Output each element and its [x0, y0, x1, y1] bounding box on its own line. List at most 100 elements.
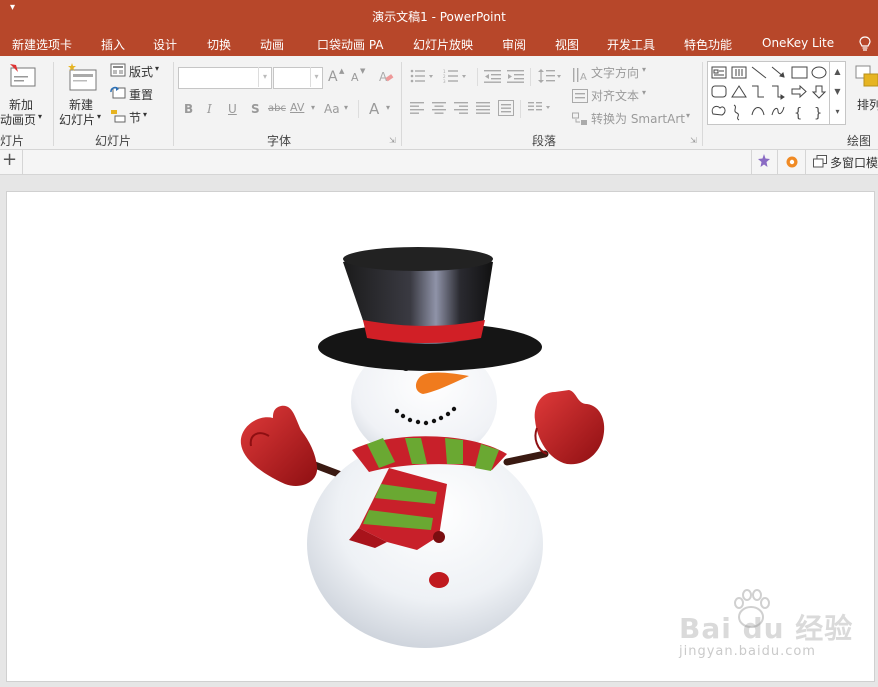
- shapes-gallery-scroll[interactable]: ▲ ▼ ▾: [829, 61, 846, 125]
- svg-text:A: A: [580, 72, 587, 83]
- font-size-dropdown-icon[interactable]: ▾: [310, 67, 322, 87]
- window-title: 演示文稿1 - PowerPoint: [372, 10, 506, 24]
- distributed-icon[interactable]: [498, 100, 514, 116]
- watermark-url: jingyan.baidu.com: [679, 644, 816, 659]
- new-slide-label-2: 幻灯片: [59, 113, 96, 127]
- convert-smartart-label[interactable]: 转换为 SmartArt: [591, 110, 685, 127]
- grow-font-button[interactable]: A: [328, 69, 338, 85]
- text-direction-icon[interactable]: A: [572, 67, 588, 83]
- svg-text:}: }: [814, 106, 822, 121]
- tab-animations[interactable]: 动画: [260, 36, 284, 53]
- tab-pocket-animation[interactable]: 口袋动画 PA: [317, 36, 384, 53]
- columns-icon[interactable]: [528, 102, 554, 114]
- chevron-down-icon: ▾: [311, 103, 316, 112]
- caret-down-icon: ▼: [360, 67, 366, 75]
- add-button[interactable]: +: [2, 149, 17, 170]
- multi-window-icon[interactable]: [813, 155, 827, 168]
- svg-text:A: A: [379, 70, 388, 84]
- underline-button[interactable]: U: [228, 102, 237, 116]
- chevron-down-icon: ▾: [155, 64, 160, 73]
- align-center-icon[interactable]: [432, 102, 446, 114]
- new-slide-icon: [68, 63, 97, 91]
- reset-label: 重置: [129, 88, 154, 102]
- change-case-button[interactable]: Aa: [324, 102, 340, 116]
- bullets-icon[interactable]: [410, 69, 436, 83]
- convert-smartart-icon[interactable]: [572, 111, 588, 127]
- numbering-icon[interactable]: 1 2 3: [443, 69, 469, 83]
- arrange-label[interactable]: 排列: [857, 96, 878, 113]
- tab-special-features[interactable]: 特色功能: [684, 36, 732, 53]
- line-spacing-icon[interactable]: [538, 68, 564, 84]
- chevron-down-icon: ▾: [642, 65, 647, 74]
- new-animation-page-icon: [10, 64, 36, 87]
- justify-icon[interactable]: [476, 102, 490, 114]
- separator: [358, 100, 359, 118]
- font-name-dropdown-icon[interactable]: ▾: [258, 67, 271, 87]
- align-text-label[interactable]: 对齐文本: [591, 87, 639, 104]
- character-spacing-button[interactable]: AV: [290, 101, 304, 114]
- shapes-gallery[interactable]: { }: [707, 61, 830, 125]
- group-label-slides: 幻灯片: [95, 134, 132, 148]
- tab-onekey-lite[interactable]: OneKey Lite: [762, 36, 834, 50]
- separator: [53, 62, 54, 146]
- tab-design[interactable]: 设计: [153, 36, 177, 53]
- layout-label: 版式: [129, 65, 154, 79]
- section-label: 节: [129, 111, 142, 125]
- group-label-font: 字体: [267, 134, 292, 148]
- tab-new-tab[interactable]: 新建选项卡: [12, 36, 72, 53]
- separator: [22, 150, 23, 174]
- chevron-down-icon: ▾: [686, 111, 691, 120]
- chevron-down-icon: ▾: [386, 103, 391, 112]
- ribbon-tabs: 新建选项卡 插入 设计 切换 动画 口袋动画 PA 幻灯片放映 审阅 视图 开发…: [0, 32, 878, 56]
- separator: [401, 62, 402, 146]
- text-direction-label[interactable]: 文字方向: [591, 64, 639, 81]
- text-shadow-button[interactable]: S: [251, 102, 260, 116]
- ribbon: 新加 动画页 ▾ 新建 幻灯片 ▾ 版式 ▾ 重置 节 ▾ 灯片 幻灯片 ▾ ▾…: [0, 56, 878, 150]
- increase-indent-icon[interactable]: [507, 69, 525, 83]
- watermark-brand: Bai du 经验: [679, 612, 854, 645]
- top-hat: [318, 247, 542, 371]
- layout-icon: [110, 63, 126, 77]
- scroll-down-icon[interactable]: ▼: [830, 82, 845, 102]
- italic-button[interactable]: I: [207, 102, 212, 116]
- tab-developer[interactable]: 开发工具: [607, 36, 655, 53]
- bold-button[interactable]: B: [184, 102, 193, 116]
- separator: [805, 150, 806, 174]
- strikethrough-button[interactable]: abc: [268, 103, 286, 114]
- left-mitten: [240, 405, 318, 486]
- tab-view[interactable]: 视图: [555, 36, 579, 53]
- tab-insert[interactable]: 插入: [101, 36, 125, 53]
- decrease-indent-icon[interactable]: [484, 69, 502, 83]
- chevron-down-icon: ▾: [38, 112, 43, 121]
- font-dialog-launcher-icon[interactable]: ⇲: [389, 136, 396, 145]
- button-upper: [433, 531, 445, 543]
- align-text-icon[interactable]: [572, 89, 588, 103]
- chevron-down-icon: ▾: [97, 112, 102, 121]
- paragraph-dialog-launcher-icon[interactable]: ⇲: [690, 136, 697, 145]
- shapes-gallery-icons: { }: [711, 66, 827, 121]
- caret-up-icon: ▲: [339, 67, 345, 75]
- lightbulb-icon[interactable]: [858, 35, 872, 53]
- tab-slideshow[interactable]: 幻灯片放映: [413, 36, 473, 53]
- svg-text:3: 3: [443, 79, 446, 83]
- svg-text:{: {: [794, 106, 802, 121]
- scroll-up-icon[interactable]: ▲: [830, 62, 845, 82]
- gallery-more-icon[interactable]: ▾: [830, 102, 845, 122]
- tab-transitions[interactable]: 切换: [207, 36, 231, 53]
- group-label-slides-left: 灯片: [0, 134, 25, 148]
- align-left-icon[interactable]: [410, 102, 424, 114]
- tab-review[interactable]: 审阅: [502, 36, 526, 53]
- align-right-icon[interactable]: [454, 102, 468, 114]
- slide-canvas[interactable]: Bai du 经验 jingyan.baidu.com: [6, 191, 875, 682]
- separator: [751, 150, 752, 174]
- multi-window-label[interactable]: 多窗口模: [830, 154, 878, 171]
- group-label-drawing: 绘图: [847, 134, 872, 148]
- font-color-button[interactable]: A: [369, 100, 379, 118]
- separator: [530, 68, 531, 86]
- gear-icon[interactable]: [784, 154, 800, 170]
- shrink-font-button[interactable]: A: [351, 71, 359, 84]
- command-strip: + 多窗口模: [0, 149, 878, 175]
- clear-formatting-icon[interactable]: A: [378, 69, 394, 85]
- arrange-icon[interactable]: [853, 62, 878, 90]
- magic-wand-icon[interactable]: [756, 153, 772, 169]
